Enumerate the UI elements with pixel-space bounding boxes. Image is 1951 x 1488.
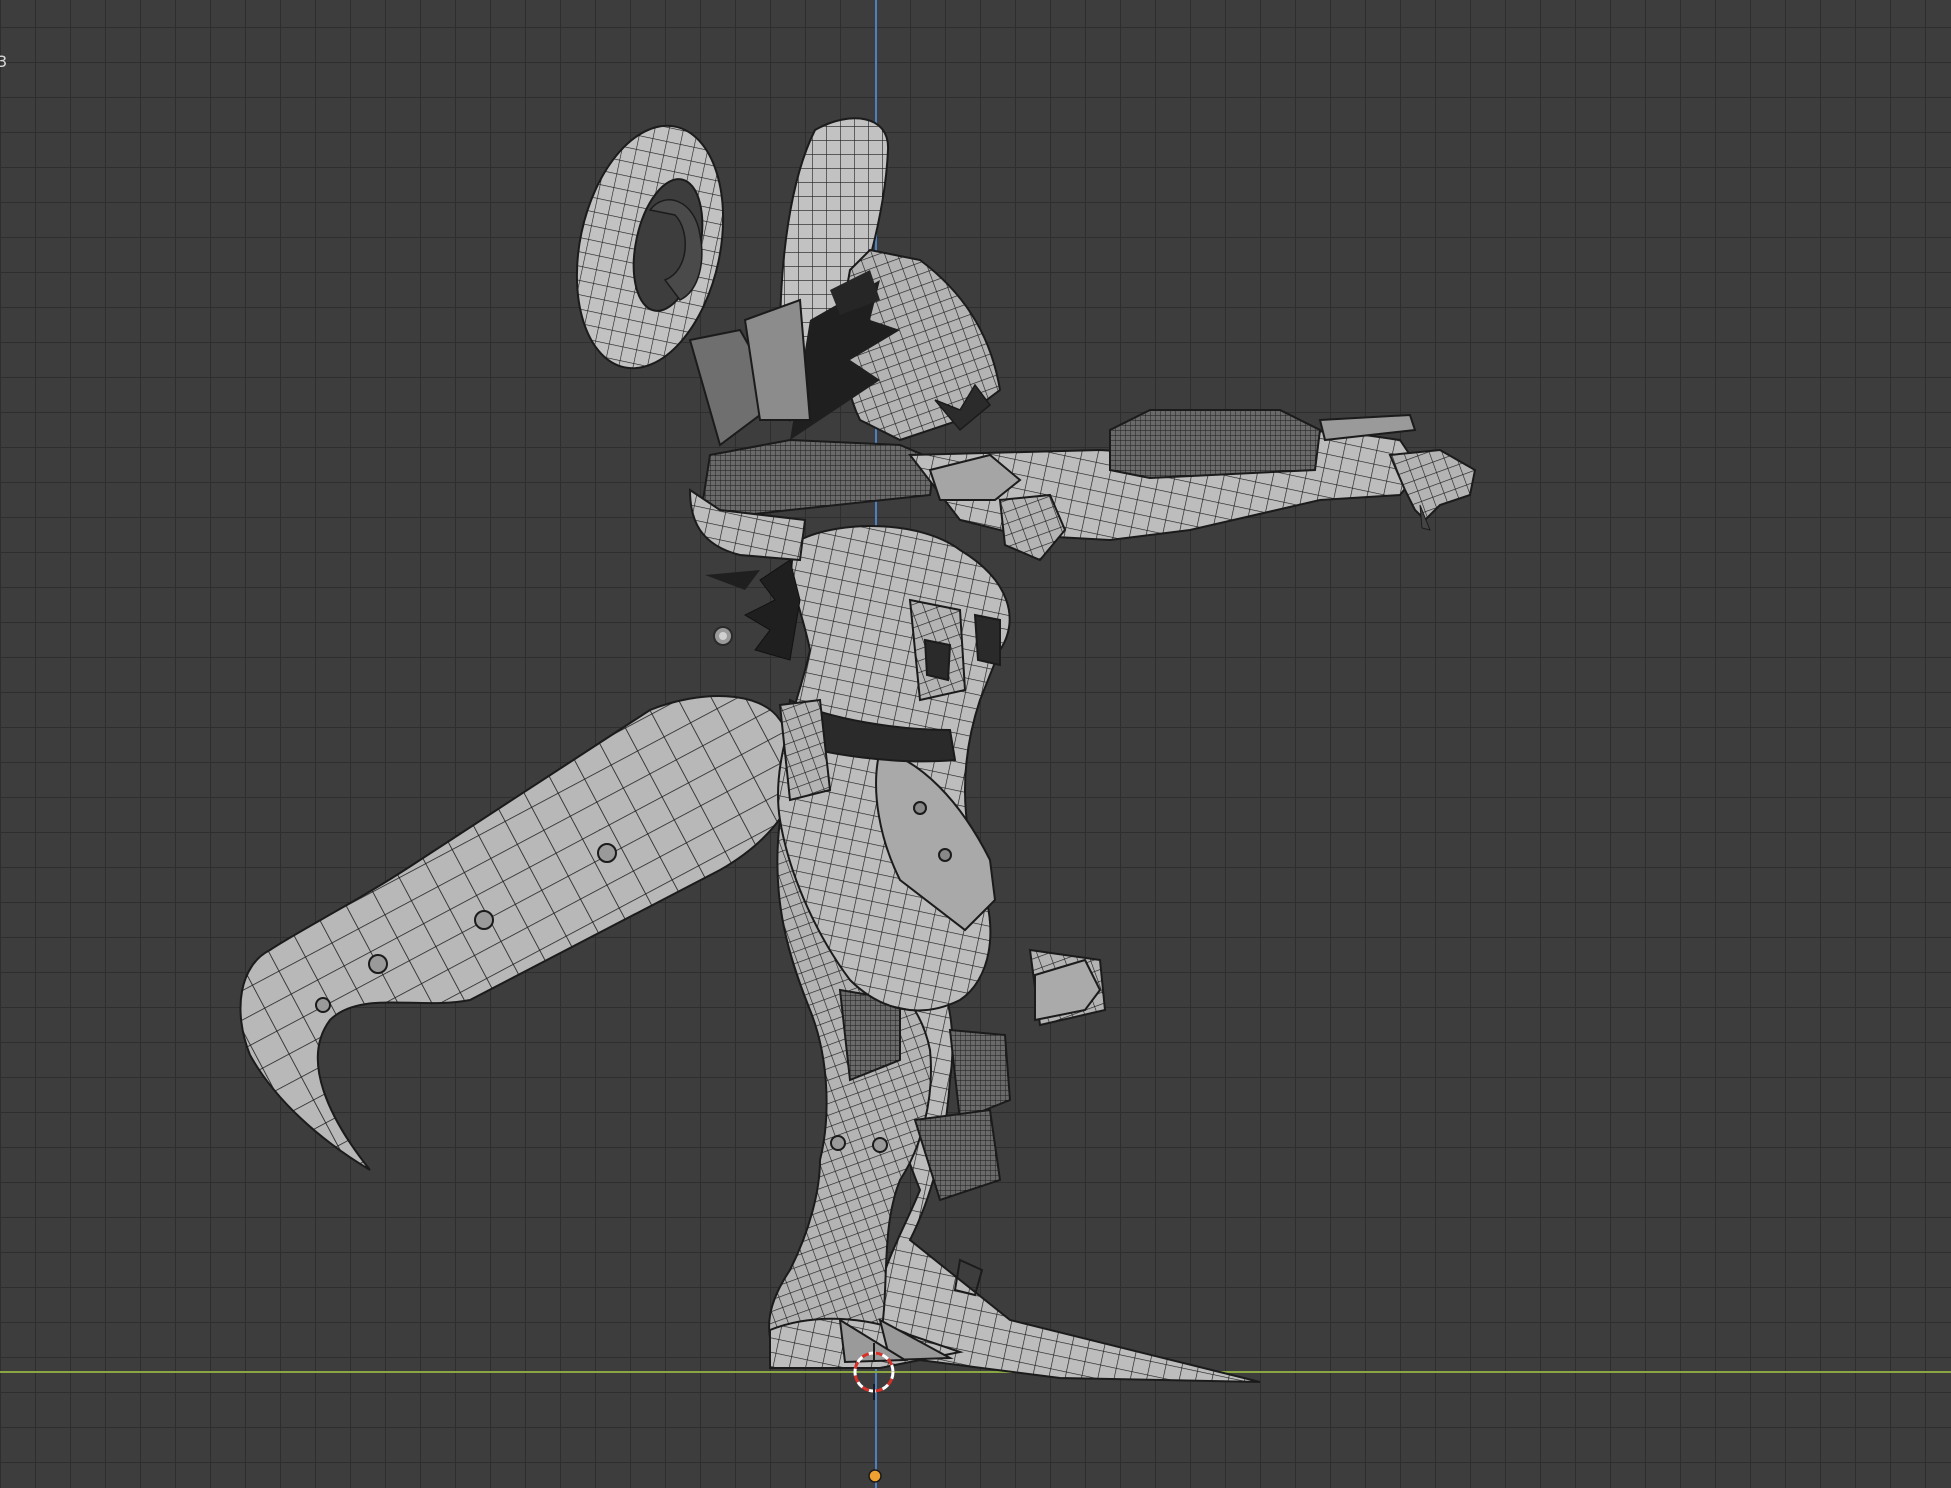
3d-viewport[interactable]: 3 [0, 0, 1951, 1488]
light-object-icon[interactable] [713, 626, 733, 646]
arm-mesh[interactable] [908, 409, 1477, 562]
scene-canvas[interactable] [0, 0, 1951, 1488]
halo-ring-mesh[interactable] [556, 112, 812, 447]
tail-mesh[interactable] [239, 695, 799, 1171]
origin-point-icon[interactable] [868, 1469, 882, 1483]
head-mesh[interactable] [778, 117, 1002, 442]
